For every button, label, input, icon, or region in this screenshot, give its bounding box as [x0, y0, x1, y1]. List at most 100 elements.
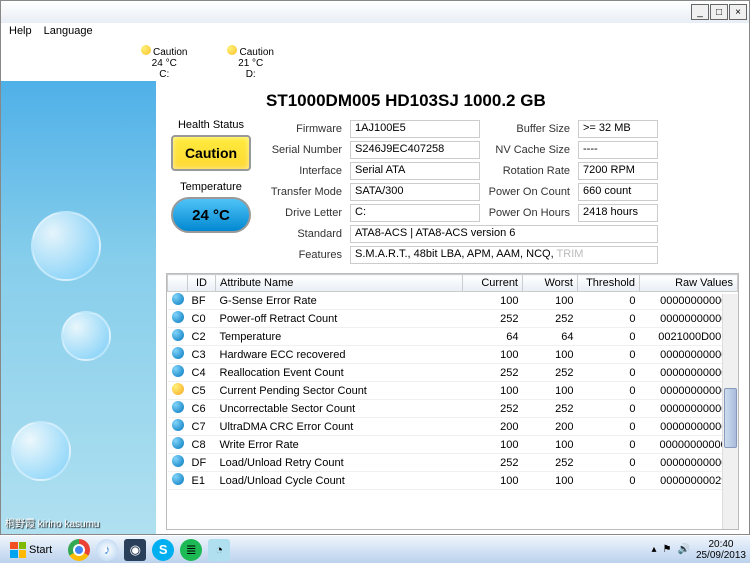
drive-letter: D: [246, 69, 256, 80]
info-grid: Firmware 1AJ100E5 Buffer Size >= 32 MB S… [266, 119, 739, 265]
cell-id: BF [188, 292, 216, 310]
cell-name: G-Sense Error Rate [216, 292, 463, 310]
app-icon[interactable]: ◔ [208, 539, 230, 561]
smart-row[interactable]: C2 Temperature 64 64 0 0021000D0018 [168, 328, 738, 346]
temp-label: Temperature [166, 181, 256, 193]
steam-icon[interactable]: ◉ [124, 539, 146, 561]
val-std: ATA8-ACS | ATA8-ACS version 6 [350, 225, 658, 243]
val-letter: C: [350, 204, 480, 222]
lbl-iface: Interface [266, 165, 346, 177]
smart-row[interactable]: BF G-Sense Error Rate 100 100 0 00000000… [168, 292, 738, 310]
lbl-pon: Power On Count [484, 186, 574, 198]
volume-icon[interactable]: 🔊 [677, 544, 689, 555]
cell-name: Hardware ECC recovered [216, 346, 463, 364]
cell-worst: 252 [523, 364, 578, 382]
start-button[interactable]: Start [4, 540, 58, 560]
cell-name: Load/Unload Retry Count [216, 454, 463, 472]
smart-row[interactable]: DF Load/Unload Retry Count 252 252 0 000… [168, 454, 738, 472]
cell-cur: 100 [463, 472, 523, 490]
smart-row[interactable]: C7 UltraDMA CRC Error Count 200 200 0 00… [168, 418, 738, 436]
col-raw[interactable]: Raw Values [640, 275, 738, 292]
smart-row[interactable]: E1 Load/Unload Cycle Count 100 100 0 000… [168, 472, 738, 490]
cell-worst: 252 [523, 310, 578, 328]
drive-d[interactable]: Caution 21 °C D: [227, 45, 273, 79]
val-feat: S.M.A.R.T., 48bit LBA, APM, AAM, NCQ, TR… [350, 246, 658, 264]
cell-name: Power-off Retract Count [216, 310, 463, 328]
led-icon [172, 329, 184, 341]
lbl-std: Standard [266, 228, 346, 240]
drive-temp: 24 °C [152, 58, 177, 69]
cell-cur: 200 [463, 418, 523, 436]
cell-id: C0 [188, 310, 216, 328]
cell-thr: 0 [578, 400, 640, 418]
lbl-poh: Power On Hours [484, 207, 574, 219]
smart-row[interactable]: C0 Power-off Retract Count 252 252 0 000… [168, 310, 738, 328]
lbl-feat: Features [266, 249, 346, 261]
cell-worst: 100 [523, 382, 578, 400]
cell-id: DF [188, 454, 216, 472]
col-id[interactable]: ID [188, 275, 216, 292]
cell-cur: 100 [463, 436, 523, 454]
col-attr[interactable]: Attribute Name [216, 275, 463, 292]
smart-row[interactable]: C3 Hardware ECC recovered 100 100 0 0000… [168, 346, 738, 364]
cell-worst: 252 [523, 400, 578, 418]
cell-id: C7 [188, 418, 216, 436]
maximize-button[interactable]: □ [710, 4, 728, 20]
smart-row[interactable]: C6 Uncorrectable Sector Count 252 252 0 … [168, 400, 738, 418]
smart-row[interactable]: C4 Reallocation Event Count 252 252 0 00… [168, 364, 738, 382]
smart-row[interactable]: C5 Current Pending Sector Count 100 100 … [168, 382, 738, 400]
cell-thr: 0 [578, 382, 640, 400]
cell-name: Temperature [216, 328, 463, 346]
spotify-icon[interactable]: ≣ [180, 539, 202, 561]
led-icon [172, 437, 184, 449]
tray-expand-icon[interactable]: ▴ [651, 544, 656, 555]
minimize-button[interactable]: _ [691, 4, 709, 20]
scrollbar-thumb[interactable] [724, 388, 737, 448]
cell-name: Write Error Rate [216, 436, 463, 454]
close-button[interactable]: × [729, 4, 747, 20]
cell-thr: 0 [578, 436, 640, 454]
cell-cur: 252 [463, 364, 523, 382]
cell-id: C4 [188, 364, 216, 382]
cell-thr: 0 [578, 418, 640, 436]
col-worst[interactable]: Worst [523, 275, 578, 292]
cell-cur: 252 [463, 310, 523, 328]
health-badge: Caution [171, 135, 251, 171]
cell-worst: 100 [523, 436, 578, 454]
cell-worst: 252 [523, 454, 578, 472]
cell-worst: 64 [523, 328, 578, 346]
cell-id: C8 [188, 436, 216, 454]
cell-thr: 0 [578, 328, 640, 346]
led-icon [172, 419, 184, 431]
cell-cur: 252 [463, 400, 523, 418]
col-thr[interactable]: Threshold [578, 275, 640, 292]
system-tray: ▴ ⚑ 🔊 20:40 25/09/2013 [651, 539, 746, 561]
drive-status: Caution [153, 47, 187, 58]
status-dot-icon [141, 45, 151, 55]
cell-worst: 100 [523, 346, 578, 364]
temp-badge: 24 °C [171, 197, 251, 233]
drive-letter: C: [159, 69, 169, 80]
cell-thr: 0 [578, 310, 640, 328]
skype-icon[interactable]: S [152, 539, 174, 561]
menu-language[interactable]: Language [44, 25, 93, 41]
disk-title: ST1000DM005 HD103SJ 1000.2 GB [266, 91, 739, 111]
drive-selector: Caution 24 °C C: Caution 21 °C D: [1, 43, 749, 81]
flag-icon[interactable]: ⚑ [663, 544, 672, 555]
app-window: _ □ × Help Language Caution 24 °C C: Cau… [0, 0, 750, 535]
drive-c[interactable]: Caution 24 °C C: [141, 45, 187, 79]
col-cur[interactable]: Current [463, 275, 523, 292]
cell-id: C3 [188, 346, 216, 364]
clock[interactable]: 20:40 25/09/2013 [696, 539, 746, 561]
menu-help[interactable]: Help [9, 25, 32, 41]
lbl-buffer: Buffer Size [484, 123, 574, 135]
col-led[interactable] [168, 275, 188, 292]
smart-row[interactable]: C8 Write Error Rate 100 100 0 0000000000… [168, 436, 738, 454]
val-serial: S246J9EC407258 [350, 141, 480, 159]
chrome-icon[interactable] [68, 539, 90, 561]
cell-worst: 100 [523, 472, 578, 490]
itunes-icon[interactable]: ♪ [96, 539, 118, 561]
val-rot: 7200 RPM [578, 162, 658, 180]
status-dot-icon [227, 45, 237, 55]
scrollbar[interactable] [722, 294, 738, 529]
